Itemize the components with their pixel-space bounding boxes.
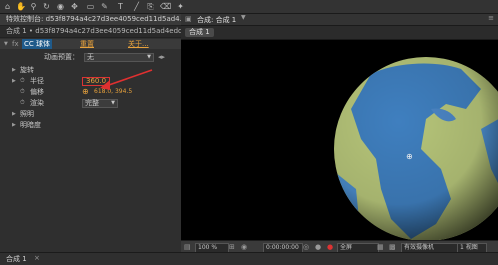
text-icon[interactable]: T — [116, 2, 125, 11]
eraser-icon[interactable]: ⌫ — [160, 2, 171, 11]
effect-controls-tab[interactable]: 特效控制台: d53f8794a4c27d3ee4059ced11d5ad4..… — [0, 14, 181, 26]
annotation-arrow — [100, 69, 153, 90]
camera-snapshot-icon[interactable]: ◎ — [303, 243, 309, 251]
rectangle-icon[interactable]: ▭ — [86, 2, 95, 11]
hand-icon[interactable]: ✋ — [16, 2, 26, 11]
composition-tab[interactable]: 合成: 合成 1 — [197, 15, 236, 25]
chevron-down-icon[interactable]: ▼ — [241, 14, 246, 21]
safe-areas-icon[interactable]: ⊞ — [229, 243, 235, 251]
camera-icon[interactable]: ◉ — [56, 2, 65, 11]
effect-controls-tab-title: 特效控制台: d53f8794a4c27d3ee4059ced11d5ad4..… — [6, 15, 181, 23]
rotate-icon[interactable]: ↻ — [42, 2, 51, 11]
expand-icon[interactable]: ▶ — [12, 76, 16, 86]
lock-icon[interactable]: ▣ — [185, 15, 192, 23]
preset-label: 动画预置： — [44, 53, 79, 61]
stopwatch-icon[interactable]: ⏱ — [20, 76, 25, 86]
crosshair-icon[interactable]: ⊕ — [82, 88, 89, 96]
effect-name: CC 球体 — [22, 39, 53, 49]
composition-tab-bar: ▣ 合成: 合成 1 ▼ ≡ — [181, 14, 498, 26]
sphere-render[interactable]: ⊕ — [331, 49, 498, 254]
chevron-down-icon: ▼ — [147, 54, 151, 60]
chevron-down-icon: ▼ — [111, 100, 115, 106]
panel-menu-icon[interactable]: ≡ — [488, 14, 494, 22]
region-of-interest-icon[interactable]: ▦ — [377, 243, 384, 251]
pan-icon[interactable]: ✥ — [70, 2, 79, 11]
close-icon[interactable]: × — [34, 254, 40, 262]
zoom-icon[interactable]: ⚲ — [29, 2, 38, 11]
expand-icon[interactable]: ▶ — [12, 120, 16, 130]
home-icon[interactable]: ⌂ — [3, 2, 12, 11]
breadcrumb: 合成 1 • d53f8794a4c27d3ee4059ced11d5ad4ed… — [0, 26, 181, 38]
effect-controls-panel: 特效控制台: d53f8794a4c27d3ee4059ced11d5ad4..… — [0, 14, 182, 252]
color-channel-icon[interactable]: ● — [315, 243, 321, 251]
clone-icon[interactable]: ⎘ — [146, 2, 155, 11]
preset-dropdown[interactable]: 无 ▼ — [84, 53, 154, 62]
reset-link[interactable]: 重置 — [80, 39, 94, 49]
property-render[interactable]: ⏱ 渲染 完整 ▼ — [0, 98, 181, 108]
stopwatch-icon[interactable]: ⏱ — [20, 98, 25, 108]
preset-arrows-icon[interactable]: ◂▸ — [158, 52, 165, 62]
property-lighting[interactable]: ▶ 照明 — [0, 109, 181, 119]
composition-panel: ⊕ — [181, 14, 498, 252]
pen-icon[interactable]: ✎ — [100, 2, 109, 11]
render-dropdown[interactable]: 完整 ▼ — [82, 99, 118, 108]
brush-icon[interactable]: ╱ — [132, 2, 141, 11]
effect-header-row[interactable]: ▼ fx CC 球体 重置 关于... — [0, 39, 181, 49]
timeline-tab[interactable]: 合成 1 — [6, 254, 27, 264]
effect-collapse-icon[interactable]: ▼ — [4, 39, 8, 49]
channel-red-icon[interactable]: ● — [327, 243, 333, 251]
expand-icon[interactable]: ▶ — [12, 65, 16, 75]
preset-value: 无 — [87, 53, 94, 61]
snapshot-icon[interactable]: ◉ — [241, 243, 247, 251]
comp-name-tab[interactable]: 合成 1 — [185, 28, 214, 37]
composition-sub-bar: 合成 1 — [181, 26, 498, 40]
transparency-grid-icon[interactable]: ▩ — [389, 243, 396, 251]
puppet-icon[interactable]: ✦ — [176, 2, 185, 11]
preset-row: 动画预置： 无 ▼ ◂▸ — [0, 52, 181, 62]
anchor-point-icon: ⊕ — [406, 152, 413, 161]
about-link[interactable]: 关于... — [128, 39, 149, 49]
stopwatch-icon[interactable]: ⏱ — [20, 87, 25, 97]
property-shading[interactable]: ▶ 明暗度 — [0, 120, 181, 130]
fx-icon[interactable]: fx — [12, 39, 19, 49]
expand-icon[interactable]: ▶ — [12, 109, 16, 119]
timeline-panel: 合成 1 × — [0, 252, 498, 265]
always-preview-icon[interactable]: ▤ — [184, 243, 191, 251]
toolbar: ⌂ ✋ ⚲ ↻ ◉ ✥ ▭ ✎ T ╱ ⎘ ⌫ ✦ — [0, 0, 498, 14]
